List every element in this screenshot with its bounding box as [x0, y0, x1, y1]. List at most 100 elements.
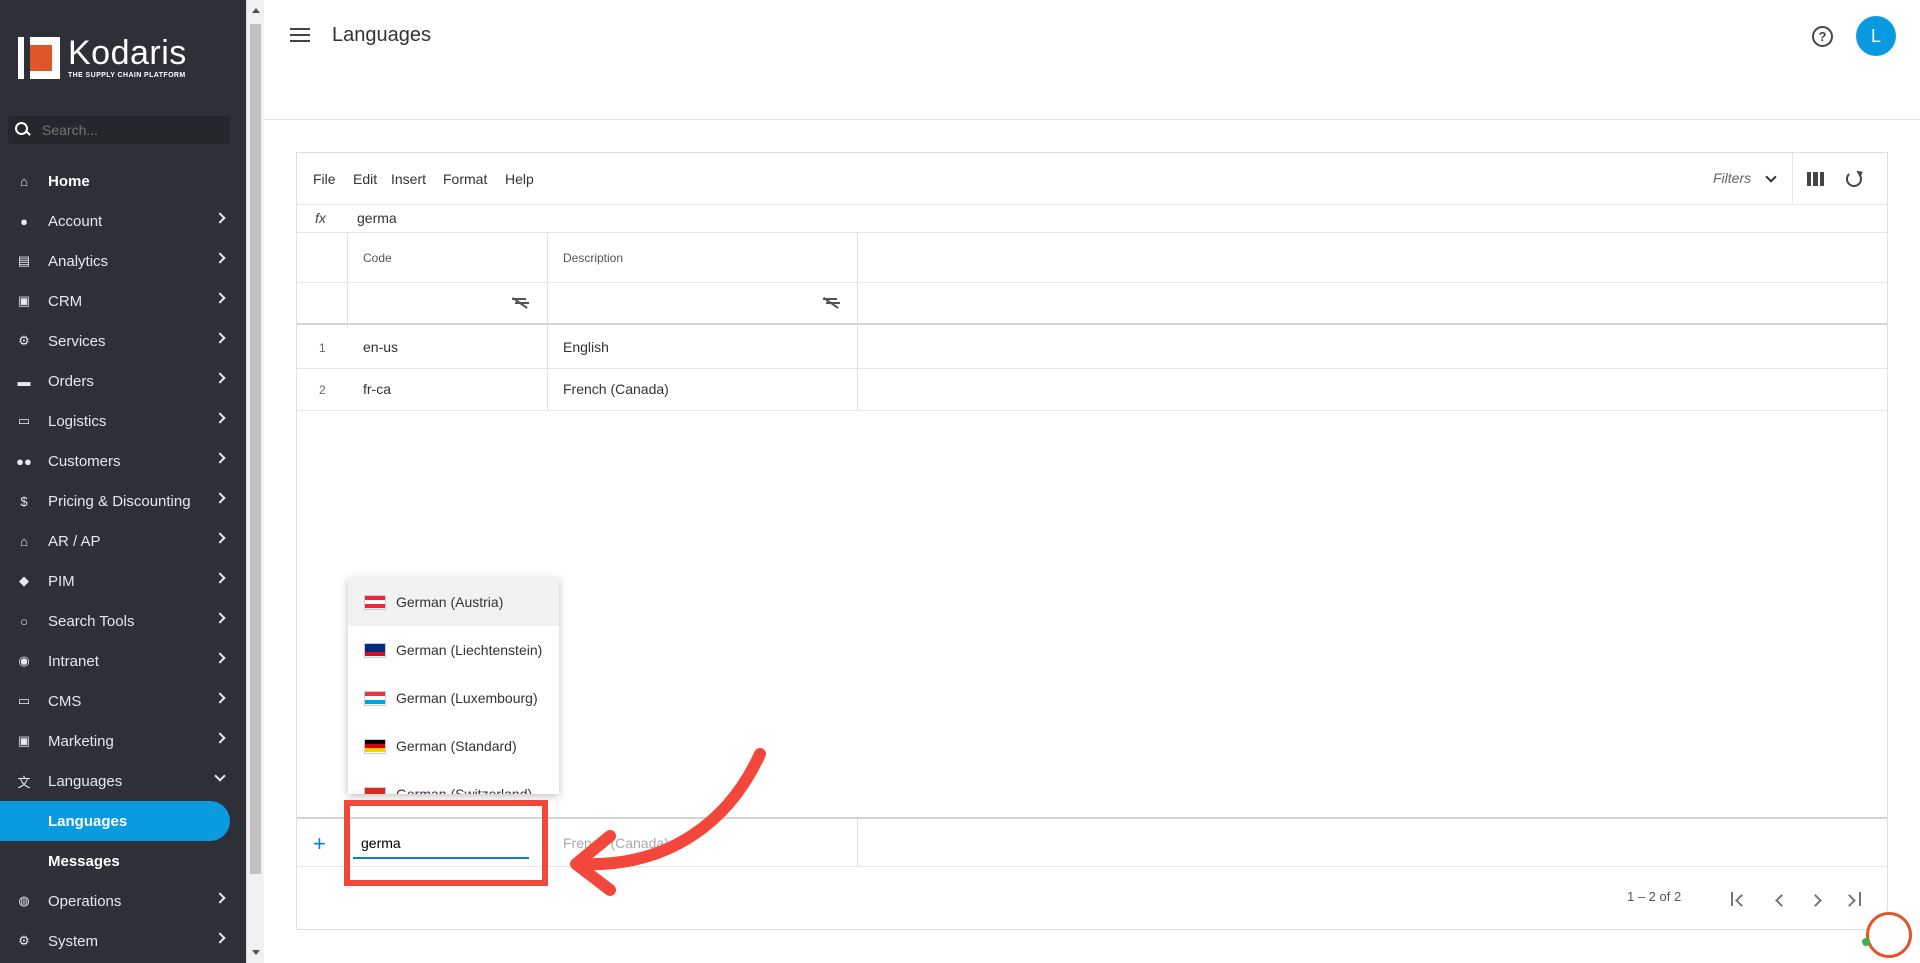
- sidebar-item-operations[interactable]: ◍ Operations: [0, 881, 246, 921]
- cell-description[interactable]: English: [563, 339, 609, 355]
- column-header-description[interactable]: Description: [563, 251, 623, 265]
- online-status-dot: [1862, 938, 1870, 946]
- account-icon: ●: [20, 213, 28, 229]
- operations-icon: ◍: [18, 893, 30, 908]
- sidebar-item-system[interactable]: ⚙ System: [0, 921, 246, 961]
- search-icon: [14, 121, 32, 139]
- sidebar-item-pricing[interactable]: $ Pricing & Discounting: [0, 481, 246, 521]
- chevron-right-icon: [214, 652, 226, 664]
- sidebar-item-label: System: [48, 932, 99, 950]
- sidebar-item-label: Search Tools: [48, 612, 135, 630]
- sidebar-item-home[interactable]: ⌂ Home: [0, 161, 246, 201]
- menu-file[interactable]: File: [313, 171, 336, 187]
- sidebar-item-messages[interactable]: Messages: [0, 841, 246, 881]
- refresh-icon[interactable]: [1846, 171, 1862, 187]
- services-icon: ⚙: [18, 333, 30, 348]
- search-icon: ○: [20, 613, 28, 629]
- option-label: German (Austria): [396, 594, 504, 610]
- column-divider: [347, 233, 348, 327]
- first-page-icon[interactable]: [1735, 894, 1748, 907]
- help-icon[interactable]: ?: [1812, 26, 1833, 47]
- menu-help[interactable]: Help: [505, 171, 534, 187]
- sidebar-item-logistics[interactable]: ▭ Logistics: [0, 401, 246, 441]
- sidebar-search[interactable]: [8, 116, 230, 144]
- chat-support-icon[interactable]: [1866, 912, 1912, 958]
- columns-icon[interactable]: [1807, 172, 1824, 186]
- sidebar-item-label: Home: [48, 172, 90, 190]
- cell-code[interactable]: en-us: [363, 339, 398, 355]
- gear-icon: ⚙: [18, 933, 30, 948]
- formula-bar[interactable]: fx germa: [297, 205, 1887, 233]
- sidebar-item-label: AR / AP: [48, 532, 101, 550]
- flag-switzerland-icon: [364, 786, 386, 794]
- option-german-standard[interactable]: German (Standard): [348, 722, 559, 770]
- sidebar-item-cms[interactable]: ▭ CMS: [0, 681, 246, 721]
- prev-page-icon[interactable]: [1775, 894, 1788, 907]
- avatar[interactable]: L: [1856, 16, 1896, 56]
- sidebar-item-intranet[interactable]: ◉ Intranet: [0, 641, 246, 681]
- analytics-icon: ▤: [17, 253, 31, 268]
- sidebar-item-customers[interactable]: ●● Customers: [0, 441, 246, 481]
- chevron-down-icon[interactable]: [1765, 171, 1777, 183]
- sidebar-item-account[interactable]: ● Account: [0, 201, 246, 241]
- chevron-right-icon: [214, 252, 226, 264]
- kodaris-logo[interactable]: Kodaris THE SUPPLY CHAIN PLATFORM: [18, 36, 187, 79]
- chevron-right-icon: [214, 892, 226, 904]
- chevron-right-icon: [214, 332, 226, 344]
- cell-description[interactable]: French (Canada): [563, 381, 669, 397]
- clear-filter-icon[interactable]: [822, 295, 838, 311]
- option-german-luxembourg[interactable]: German (Luxembourg): [348, 674, 559, 722]
- logo-tagline: THE SUPPLY CHAIN PLATFORM: [68, 72, 186, 79]
- last-page-icon[interactable]: [1843, 894, 1856, 907]
- cell-code[interactable]: fr-ca: [363, 381, 391, 397]
- next-page-icon[interactable]: [1809, 894, 1822, 907]
- chevron-right-icon: [214, 212, 226, 224]
- chevron-right-icon: [214, 492, 226, 504]
- sidebar-item-pim[interactable]: ◆ PIM: [0, 561, 246, 601]
- option-german-switzerland[interactable]: German (Switzerland): [348, 770, 559, 794]
- option-german-liechtenstein[interactable]: German (Liechtenstein): [348, 626, 559, 674]
- sidebar-item-ar-ap[interactable]: ⌂ AR / AP: [0, 521, 246, 561]
- menu-insert[interactable]: Insert: [391, 171, 426, 187]
- sidebar-item-search-tools[interactable]: ○ Search Tools: [0, 601, 246, 641]
- menu-icon[interactable]: [290, 28, 310, 42]
- sidebar-item-label: Services: [48, 332, 106, 350]
- intranet-icon: ◉: [18, 653, 30, 668]
- customers-icon: ●●: [16, 453, 32, 469]
- menu-edit[interactable]: Edit: [353, 171, 377, 187]
- sidebar-item-label: Marketing: [48, 732, 114, 750]
- translate-icon: 文: [17, 774, 31, 790]
- scroll-up-icon[interactable]: [252, 8, 260, 13]
- pager-range: 1 – 2 of 2: [1627, 889, 1682, 904]
- column-header-code[interactable]: Code: [363, 251, 392, 265]
- option-german-austria[interactable]: German (Austria): [348, 578, 559, 626]
- annotation-arrow: [570, 748, 766, 896]
- sidebar-item-languages[interactable]: Languages: [0, 801, 230, 841]
- sidebar-item-crm[interactable]: ▣ CRM: [0, 281, 246, 321]
- sidebar-item-orders[interactable]: ▬ Orders: [0, 361, 246, 401]
- dollar-icon: $: [20, 493, 28, 509]
- row-number: 2: [319, 383, 326, 397]
- table-row[interactable]: 1 en-us English: [297, 327, 1887, 369]
- scroll-down-icon[interactable]: [252, 950, 260, 955]
- chevron-right-icon: [214, 932, 226, 944]
- chevron-right-icon: [214, 372, 226, 384]
- sidebar-item-marketing[interactable]: ▣ Marketing: [0, 721, 246, 761]
- chevron-right-icon: [214, 692, 226, 704]
- menu-format[interactable]: Format: [443, 171, 487, 187]
- sidebar-item-label: CRM: [48, 292, 83, 310]
- sidebar-item-services[interactable]: ⚙ Services: [0, 321, 246, 361]
- table-row[interactable]: 2 fr-ca French (Canada): [297, 369, 1887, 411]
- sidebar-scrollbar[interactable]: [246, 0, 264, 963]
- filters-button[interactable]: Filters: [1713, 170, 1751, 186]
- sidebar-item-languages-group[interactable]: 文 Languages: [0, 761, 246, 801]
- marketing-icon: ▣: [17, 733, 31, 748]
- flag-luxembourg-icon: [364, 690, 386, 706]
- sidebar-item-analytics[interactable]: ▤ Analytics: [0, 241, 246, 281]
- scrollbar-thumb[interactable]: [250, 24, 261, 874]
- formula-value[interactable]: germa: [357, 210, 397, 226]
- sidebar-search-input[interactable]: [42, 122, 212, 138]
- clear-filter-icon[interactable]: [511, 295, 527, 311]
- add-row-icon[interactable]: +: [313, 831, 326, 857]
- logo-mark-icon: [18, 36, 60, 79]
